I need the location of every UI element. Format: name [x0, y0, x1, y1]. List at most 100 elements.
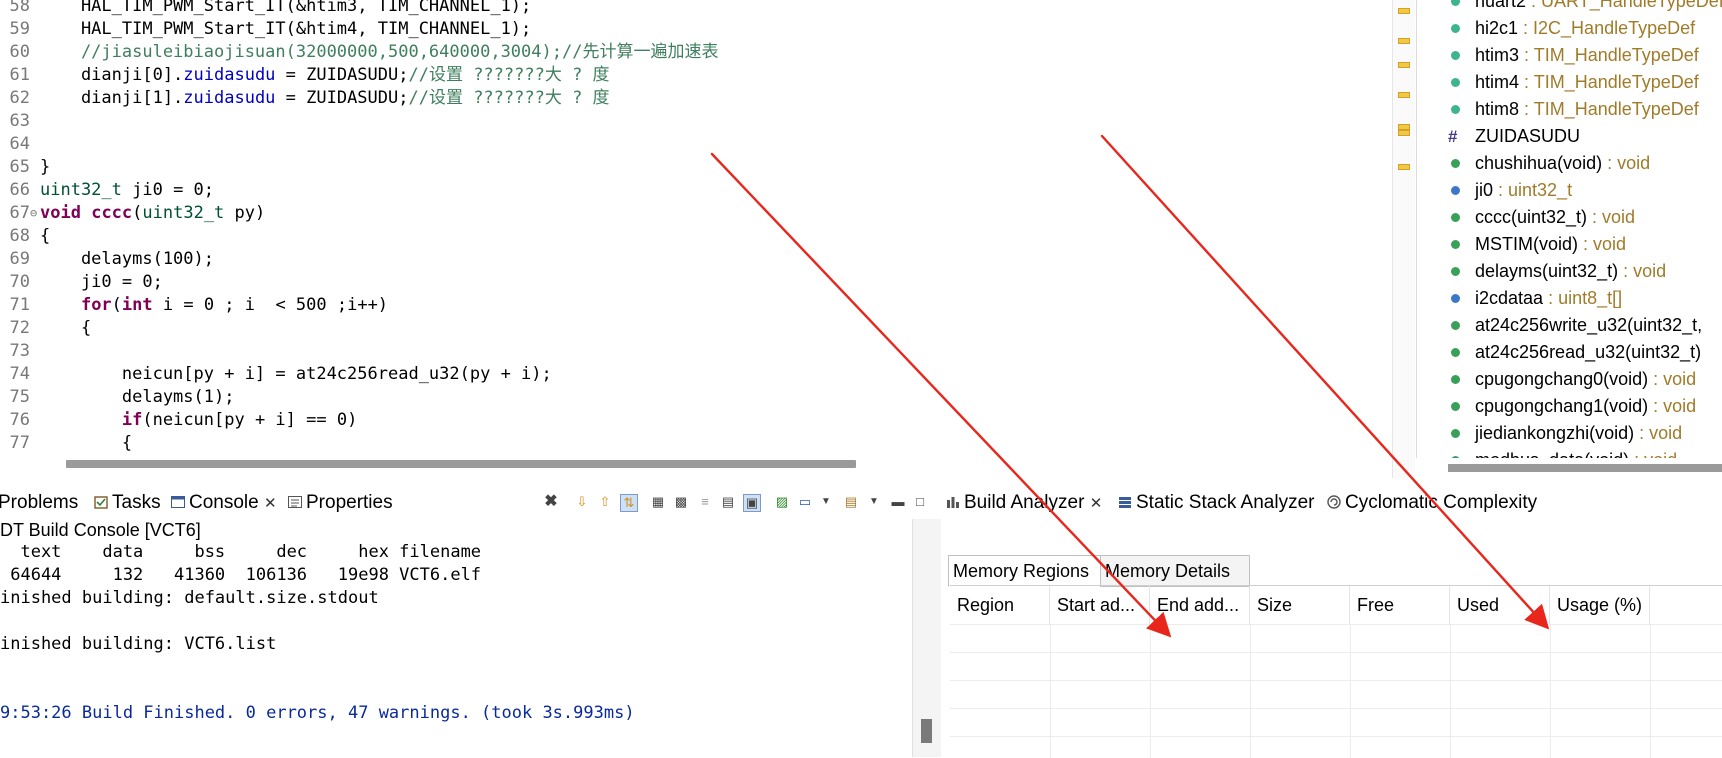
code-text: delayms(100); [40, 249, 214, 269]
outline-item-label: i2cdataa : uint8_t[] [1475, 288, 1623, 308]
outline-item[interactable]: cpugongchang0(void) : void [1417, 366, 1722, 393]
column-header-size[interactable]: Size [1250, 586, 1350, 624]
warning-marker[interactable] [1398, 92, 1410, 98]
column-header-region[interactable]: Region [950, 586, 1050, 624]
code-text: delayms(1); [40, 387, 235, 407]
scroll-up-icon[interactable]: ⇧ [597, 494, 613, 510]
line-number: 58 [9, 0, 30, 16]
code-text: { [40, 226, 51, 246]
outline-item[interactable]: htim4 : TIM_HandleTypeDef [1417, 69, 1722, 96]
console-dropdown-icon[interactable]: ▼ [818, 494, 834, 510]
console-line: text data bss dec hex filename [0, 542, 482, 562]
outline-horizontal-scrollbar[interactable] [1416, 458, 1722, 478]
editor-horizontal-scrollbar[interactable] [0, 452, 1380, 478]
outline-item[interactable]: at24c256write_u32(uint32_t, [1417, 312, 1722, 339]
scroll-down-icon[interactable]: ⇩ [574, 494, 590, 510]
tab-static-stack-analyzer[interactable]: Static Stack Analyzer [1118, 486, 1314, 519]
open-console-icon[interactable]: ▨ [774, 494, 790, 510]
outline-view[interactable]: huart2 : UART_HandleTypeDef hi2c1 : I2C_H… [1416, 0, 1722, 478]
show-on-error-icon[interactable]: ▤ [720, 494, 736, 510]
view-menu-icon[interactable]: ▼ [866, 494, 882, 510]
tab-properties[interactable]: Properties [288, 486, 393, 519]
outline-item-label: jiediankongzhi(void) : void [1475, 423, 1683, 443]
editor-scroll-thumb[interactable] [66, 460, 856, 468]
tab-memory-details[interactable]: Memory Details [1100, 555, 1250, 587]
code-text: { [40, 318, 92, 338]
outline-item-label: chushihua(void) : void [1475, 153, 1651, 173]
tab-cyclomatic-complexity[interactable]: Cyclomatic Complexity [1327, 486, 1537, 519]
outline-item[interactable]: htim3 : TIM_HandleTypeDef [1417, 42, 1722, 69]
outline-item[interactable]: i2cdataa : uint8_t[] [1417, 285, 1722, 312]
warning-marker[interactable] [1398, 38, 1410, 44]
outline-item-label: at24c256write_u32(uint32_t, [1475, 315, 1703, 335]
outline-item-label: htim4 : TIM_HandleTypeDef [1475, 72, 1699, 92]
line-number: 59 [9, 19, 30, 39]
outline-item[interactable]: cccc(uint32_t) : void [1417, 204, 1722, 231]
line-number: 75 [9, 387, 30, 407]
properties-icon [288, 487, 302, 508]
outline-item[interactable]: huart2 : UART_HandleTypeDef [1417, 0, 1722, 15]
open-file-icon[interactable]: ▤ [843, 494, 859, 510]
table-row-divider [950, 708, 1722, 709]
column-header-free[interactable]: Free [1350, 586, 1450, 624]
field-icon [1451, 105, 1460, 114]
code-editor[interactable]: 58 HAL_TIM_PWM_Start_IT(&htim3, TIM_CHAN… [0, 0, 1380, 475]
new-console-icon[interactable]: ▭ [797, 494, 813, 510]
warning-marker[interactable] [1398, 130, 1410, 136]
outline-item-label: MSTIM(void) : void [1475, 234, 1627, 254]
code-text: HAL_TIM_PWM_Start_IT(&htim4, TIM_CHANNEL… [40, 19, 532, 39]
word-wrap-icon[interactable]: ▦ [650, 494, 666, 510]
outline-item-label: cccc(uint32_t) : void [1475, 207, 1636, 227]
display-selected-console-icon[interactable]: ▣ [743, 494, 761, 512]
outline-item-label: htim3 : TIM_HandleTypeDef [1475, 45, 1699, 65]
overview-ruler[interactable] [1392, 0, 1415, 478]
function-icon [1451, 213, 1460, 222]
minimize-icon[interactable]: ▬ [890, 494, 906, 510]
line-number: 61 [9, 65, 30, 85]
outline-item[interactable]: htim8 : TIM_HandleTypeDef [1417, 96, 1722, 123]
pin-console-icon[interactable]: ▩ [673, 494, 689, 510]
close-build-analyzer-tab-icon[interactable]: ✕ [1090, 495, 1103, 512]
column-header-end-address[interactable]: End add... [1150, 586, 1250, 624]
scroll-lock-icon[interactable]: ⇅ [620, 494, 638, 512]
outline-item[interactable]: hi2c1 : I2C_HandleTypeDef [1417, 15, 1722, 42]
table-column-divider [1650, 624, 1651, 758]
outline-item[interactable]: ji0 : uint32_t [1417, 177, 1722, 204]
memory-regions-table[interactable]: Region Start ad... End add... Size Free … [950, 585, 1722, 758]
column-header-usage[interactable]: Usage (%) [1550, 586, 1650, 624]
function-icon [1451, 321, 1460, 330]
tab-memory-regions[interactable]: Memory Regions [948, 555, 1108, 587]
show-on-output-icon[interactable]: ≡ [697, 494, 713, 510]
outline-item[interactable]: chushihua(void) : void [1417, 150, 1722, 177]
outline-item-label: huart2 : UART_HandleTypeDef [1475, 0, 1722, 11]
column-header-start-address[interactable]: Start ad... [1050, 586, 1150, 624]
outline-item[interactable]: cpugongchang1(void) : void [1417, 393, 1722, 420]
clear-console-icon[interactable]: ✖ [543, 494, 559, 510]
tab-console[interactable]: Console ✕ [171, 486, 277, 519]
console-scroll-thumb[interactable] [921, 719, 932, 743]
outline-scroll-thumb[interactable] [1448, 464, 1722, 472]
warning-marker[interactable] [1398, 62, 1410, 68]
tab-build-analyzer[interactable]: Build Analyzer ✕ [946, 486, 1102, 519]
table-column-divider [1250, 624, 1251, 758]
outline-item[interactable]: MSTIM(void) : void [1417, 231, 1722, 258]
tab-problems[interactable]: Problems [0, 486, 78, 519]
fold-toggle-icon[interactable]: ⊖ [30, 202, 40, 224]
function-icon [1451, 429, 1460, 438]
table-column-divider [1050, 624, 1051, 758]
warning-marker[interactable] [1398, 164, 1410, 170]
field-icon [1451, 0, 1460, 6]
tab-tasks[interactable]: Tasks [94, 486, 161, 519]
outline-item[interactable]: jiediankongzhi(void) : void [1417, 420, 1722, 447]
outline-item[interactable]: at24c256read_u32(uint32_t) [1417, 339, 1722, 366]
console-vertical-scrollbar[interactable] [912, 519, 941, 757]
outline-item[interactable]: delayms(uint32_t) : void [1417, 258, 1722, 285]
warning-marker[interactable] [1398, 8, 1410, 14]
column-header-used[interactable]: Used [1450, 586, 1550, 624]
outline-item[interactable]: # ZUIDASUDU [1417, 123, 1722, 150]
maximize-icon[interactable]: □ [912, 494, 928, 510]
code-text: HAL_TIM_PWM_Start_IT(&htim3, TIM_CHANNEL… [40, 0, 532, 16]
console-output[interactable]: DT Build Console [VCT6] text data bss de… [0, 519, 912, 757]
code-text: } [40, 157, 51, 177]
close-console-tab-icon[interactable]: ✕ [264, 495, 277, 512]
